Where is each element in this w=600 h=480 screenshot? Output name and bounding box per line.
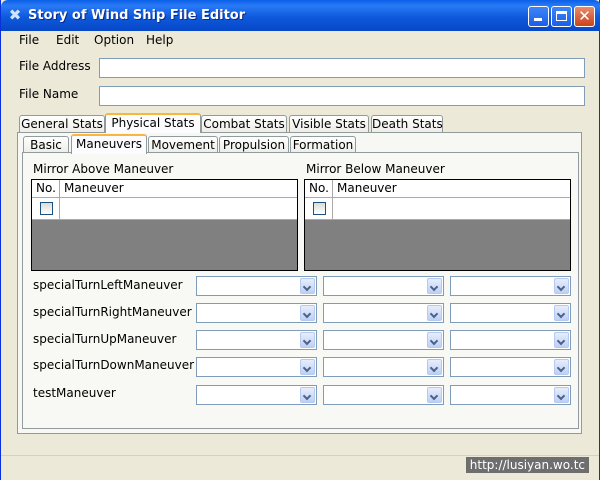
file-name-label: File Name bbox=[19, 87, 79, 101]
mirror-below-label: Mirror Below Maneuver bbox=[306, 162, 445, 176]
window-title: Story of Wind Ship File Editor bbox=[28, 8, 246, 23]
chevron-down-icon[interactable] bbox=[300, 278, 315, 294]
test-maneuver-combo-2[interactable] bbox=[323, 385, 444, 405]
col-no-header[interactable]: No. bbox=[32, 180, 60, 197]
special-turn-left-label: specialTurnLeftManeuver bbox=[33, 278, 183, 292]
row-select-cell bbox=[32, 198, 60, 219]
status-bar: http://lusiyan.wo.tc bbox=[1, 455, 599, 480]
special-turn-right-combo-2[interactable] bbox=[323, 303, 444, 323]
row-checkbox[interactable] bbox=[40, 202, 53, 215]
special-turn-right-label: specialTurnRightManeuver bbox=[33, 305, 192, 319]
chevron-down-icon[interactable] bbox=[300, 387, 315, 403]
file-name-input[interactable] bbox=[99, 86, 585, 106]
chevron-down-icon[interactable] bbox=[427, 332, 442, 348]
chevron-down-icon[interactable] bbox=[554, 332, 569, 348]
special-turn-up-combo-2[interactable] bbox=[323, 330, 444, 350]
col-no-header[interactable]: No. bbox=[305, 180, 333, 197]
minimize-button[interactable] bbox=[528, 6, 549, 27]
tab-visible-stats[interactable]: Visible Stats bbox=[289, 115, 369, 133]
special-turn-down-combo-1[interactable] bbox=[196, 357, 317, 377]
grid-header: No. Maneuver bbox=[32, 180, 297, 198]
chevron-down-icon[interactable] bbox=[300, 359, 315, 375]
chevron-down-icon[interactable] bbox=[427, 387, 442, 403]
special-turn-left-combo-1[interactable] bbox=[196, 276, 317, 296]
menu-bar: File Edit Option Help bbox=[1, 31, 599, 51]
chevron-down-icon[interactable] bbox=[554, 387, 569, 403]
file-address-input[interactable] bbox=[99, 58, 585, 78]
row-select-cell bbox=[305, 198, 333, 219]
maximize-button[interactable] bbox=[551, 6, 572, 27]
mirror-below-grid[interactable]: No. Maneuver bbox=[304, 179, 571, 271]
tab-general-stats[interactable]: General Stats bbox=[19, 115, 105, 133]
menu-help[interactable]: Help bbox=[146, 33, 173, 47]
close-button[interactable]: ✕ bbox=[574, 6, 595, 27]
chevron-down-icon[interactable] bbox=[427, 278, 442, 294]
close-icon: ✕ bbox=[578, 7, 591, 25]
special-turn-left-combo-3[interactable] bbox=[450, 276, 571, 296]
col-maneuver-header[interactable]: Maneuver bbox=[333, 180, 397, 197]
chevron-down-icon[interactable] bbox=[300, 305, 315, 321]
editor-window: ✖ Story of Wind Ship File Editor ✕ File … bbox=[0, 0, 600, 480]
chevron-down-icon[interactable] bbox=[554, 305, 569, 321]
special-turn-left-combo-2[interactable] bbox=[323, 276, 444, 296]
chevron-down-icon[interactable] bbox=[427, 359, 442, 375]
chevron-down-icon[interactable] bbox=[300, 332, 315, 348]
menu-option[interactable]: Option bbox=[94, 33, 134, 47]
special-turn-right-combo-1[interactable] bbox=[196, 303, 317, 323]
menu-file[interactable]: File bbox=[19, 33, 39, 47]
chevron-down-icon[interactable] bbox=[554, 359, 569, 375]
test-maneuver-combo-1[interactable] bbox=[196, 385, 317, 405]
special-turn-up-label: specialTurnUpManeuver bbox=[33, 332, 177, 346]
chevron-down-icon[interactable] bbox=[554, 278, 569, 294]
special-turn-up-combo-1[interactable] bbox=[196, 330, 317, 350]
special-turn-right-combo-3[interactable] bbox=[450, 303, 571, 323]
menu-edit[interactable]: Edit bbox=[56, 33, 79, 47]
row-checkbox[interactable] bbox=[313, 202, 326, 215]
x-logo-icon: ✖ bbox=[8, 6, 22, 24]
minimize-icon bbox=[534, 18, 542, 21]
test-maneuver-label: testManeuver bbox=[33, 386, 116, 400]
tab-death-stats[interactable]: Death Stats bbox=[371, 115, 443, 133]
grid-header: No. Maneuver bbox=[305, 180, 570, 198]
special-turn-up-combo-3[interactable] bbox=[450, 330, 571, 350]
mirror-above-grid[interactable]: No. Maneuver bbox=[31, 179, 298, 271]
tab-combat-stats[interactable]: Combat Stats bbox=[201, 115, 287, 133]
special-turn-down-combo-3[interactable] bbox=[450, 357, 571, 377]
tab-physical-stats[interactable]: Physical Stats bbox=[105, 113, 201, 133]
special-turn-down-combo-2[interactable] bbox=[323, 357, 444, 377]
table-row[interactable] bbox=[32, 198, 297, 220]
file-address-label: File Address bbox=[19, 59, 91, 73]
tab-maneuvers[interactable]: Maneuvers bbox=[71, 134, 147, 154]
watermark-url: http://lusiyan.wo.tc bbox=[465, 457, 589, 473]
maximize-icon bbox=[556, 11, 567, 21]
title-bar[interactable]: ✖ Story of Wind Ship File Editor ✕ bbox=[1, 0, 600, 31]
chevron-down-icon[interactable] bbox=[427, 305, 442, 321]
special-turn-down-label: specialTurnDownManeuver bbox=[33, 358, 195, 372]
test-maneuver-combo-3[interactable] bbox=[450, 385, 571, 405]
mirror-above-label: Mirror Above Maneuver bbox=[33, 162, 174, 176]
col-maneuver-header[interactable]: Maneuver bbox=[60, 180, 124, 197]
table-row[interactable] bbox=[305, 198, 570, 220]
